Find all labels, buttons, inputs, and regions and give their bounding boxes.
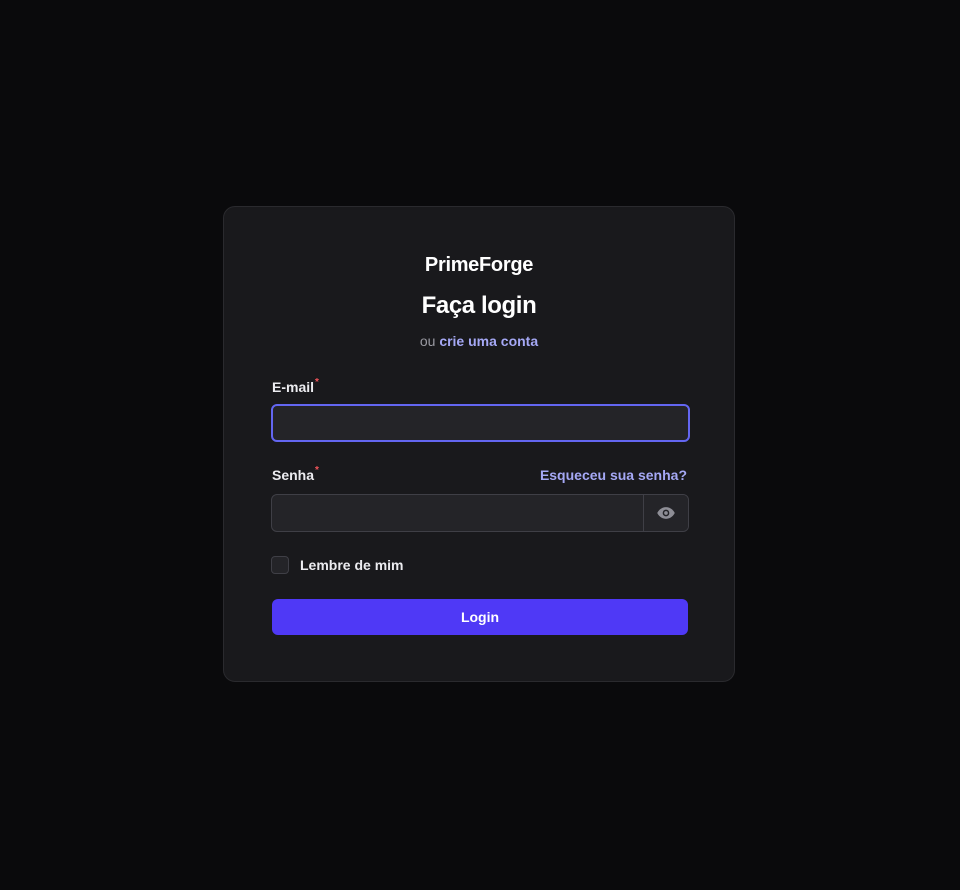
password-label-text: Senha [272,467,315,483]
signup-prompt-prefix: ou [419,333,436,349]
required-mark: * [315,377,319,388]
brand-name: PrimeForge [424,254,534,276]
forgot-password-link[interactable]: Esqueceu sua senha? [540,467,687,483]
create-account-link[interactable]: crie uma conta [439,333,538,349]
eye-icon [657,507,675,519]
login-card: PrimeForge Faça login ou crie uma conta … [223,206,735,682]
remember-me-checkbox[interactable] [271,556,289,574]
password-label: Senha* [272,465,319,483]
password-input[interactable] [272,495,644,531]
page-title: Faça login [421,292,537,319]
email-input[interactable] [271,404,690,442]
remember-me-label[interactable]: Lembre de mim [300,557,403,573]
email-label: E-mail* [272,377,319,395]
toggle-password-visibility-button[interactable] [643,495,688,531]
signup-prompt: ou crie uma conta [224,333,734,349]
password-field-group [271,494,689,532]
login-button[interactable]: Login [272,599,688,635]
email-label-text: E-mail [272,379,315,395]
required-mark: * [315,465,319,476]
